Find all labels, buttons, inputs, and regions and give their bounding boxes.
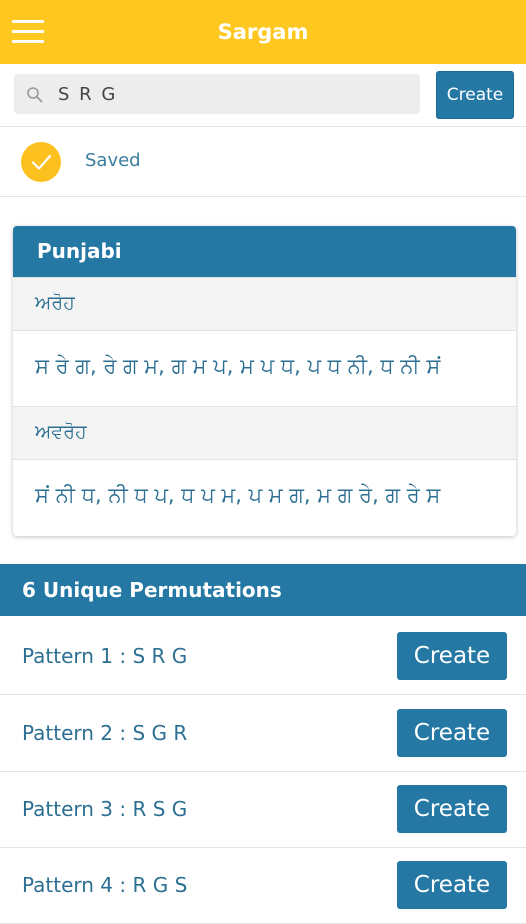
card-header: Punjabi <box>13 226 516 277</box>
permutations-header: 6 Unique Permutations <box>0 564 526 616</box>
create-pattern-button[interactable]: Create <box>397 632 507 680</box>
create-pattern-button[interactable]: Create <box>397 861 507 909</box>
divider <box>0 126 526 127</box>
aroh-label: ਅਰੋਹ <box>35 292 75 314</box>
create-pattern-button[interactable]: Create <box>397 785 507 833</box>
avroh-label: ਅਵਰੋਹ <box>35 421 87 443</box>
check-circle-icon <box>21 142 61 182</box>
list-item: Pattern 4 : R G S Create <box>0 847 526 924</box>
divider <box>0 196 526 197</box>
app-bar: Sargam <box>0 0 526 64</box>
search-icon <box>27 87 43 103</box>
pattern-label: Pattern 2 : S G R <box>22 721 188 745</box>
create-pattern-button[interactable]: Create <box>397 709 507 757</box>
card-title: Punjabi <box>37 239 122 263</box>
pattern-label: Pattern 4 : R G S <box>22 873 188 897</box>
saved-status-text: Saved <box>85 150 141 171</box>
list-item: Pattern 3 : R S G Create <box>0 771 526 848</box>
aroh-sequence: ਸ ਰੇ ਗ, ਰੇ ਗ ਮ, ਗ ਮ ਪ, ਮ ਪ ਧ, ਪ ਧ ਨੀ, ਧ … <box>35 354 441 378</box>
avroh-section: ਅਵਰੋਹ <box>13 406 516 460</box>
search-input[interactable] <box>58 74 398 114</box>
pattern-label: Pattern 1 : S R G <box>22 644 188 668</box>
app-title: Sargam <box>217 20 309 44</box>
permutations-title: 6 Unique Permutations <box>22 578 282 602</box>
scale-card: Punjabi ਅਰੋਹ ਸ ਰੇ ਗ, ਰੇ ਗ ਮ, ਗ ਮ ਪ, ਮ ਪ … <box>13 226 516 536</box>
aroh-section: ਅਰੋਹ <box>13 277 516 331</box>
pattern-label: Pattern 3 : R S G <box>22 797 188 821</box>
list-item: Pattern 1 : S R G Create <box>0 618 526 695</box>
avroh-sequence: ਸਂ ਨੀ ਧ, ਨੀ ਧ ਪ, ਧ ਪ ਮ, ਪ ਮ ਗ, ਮ ਗ ਰੇ, ਗ… <box>35 483 441 507</box>
list-item: Pattern 2 : S G R Create <box>0 695 526 772</box>
search-create-button[interactable]: Create <box>436 71 514 119</box>
